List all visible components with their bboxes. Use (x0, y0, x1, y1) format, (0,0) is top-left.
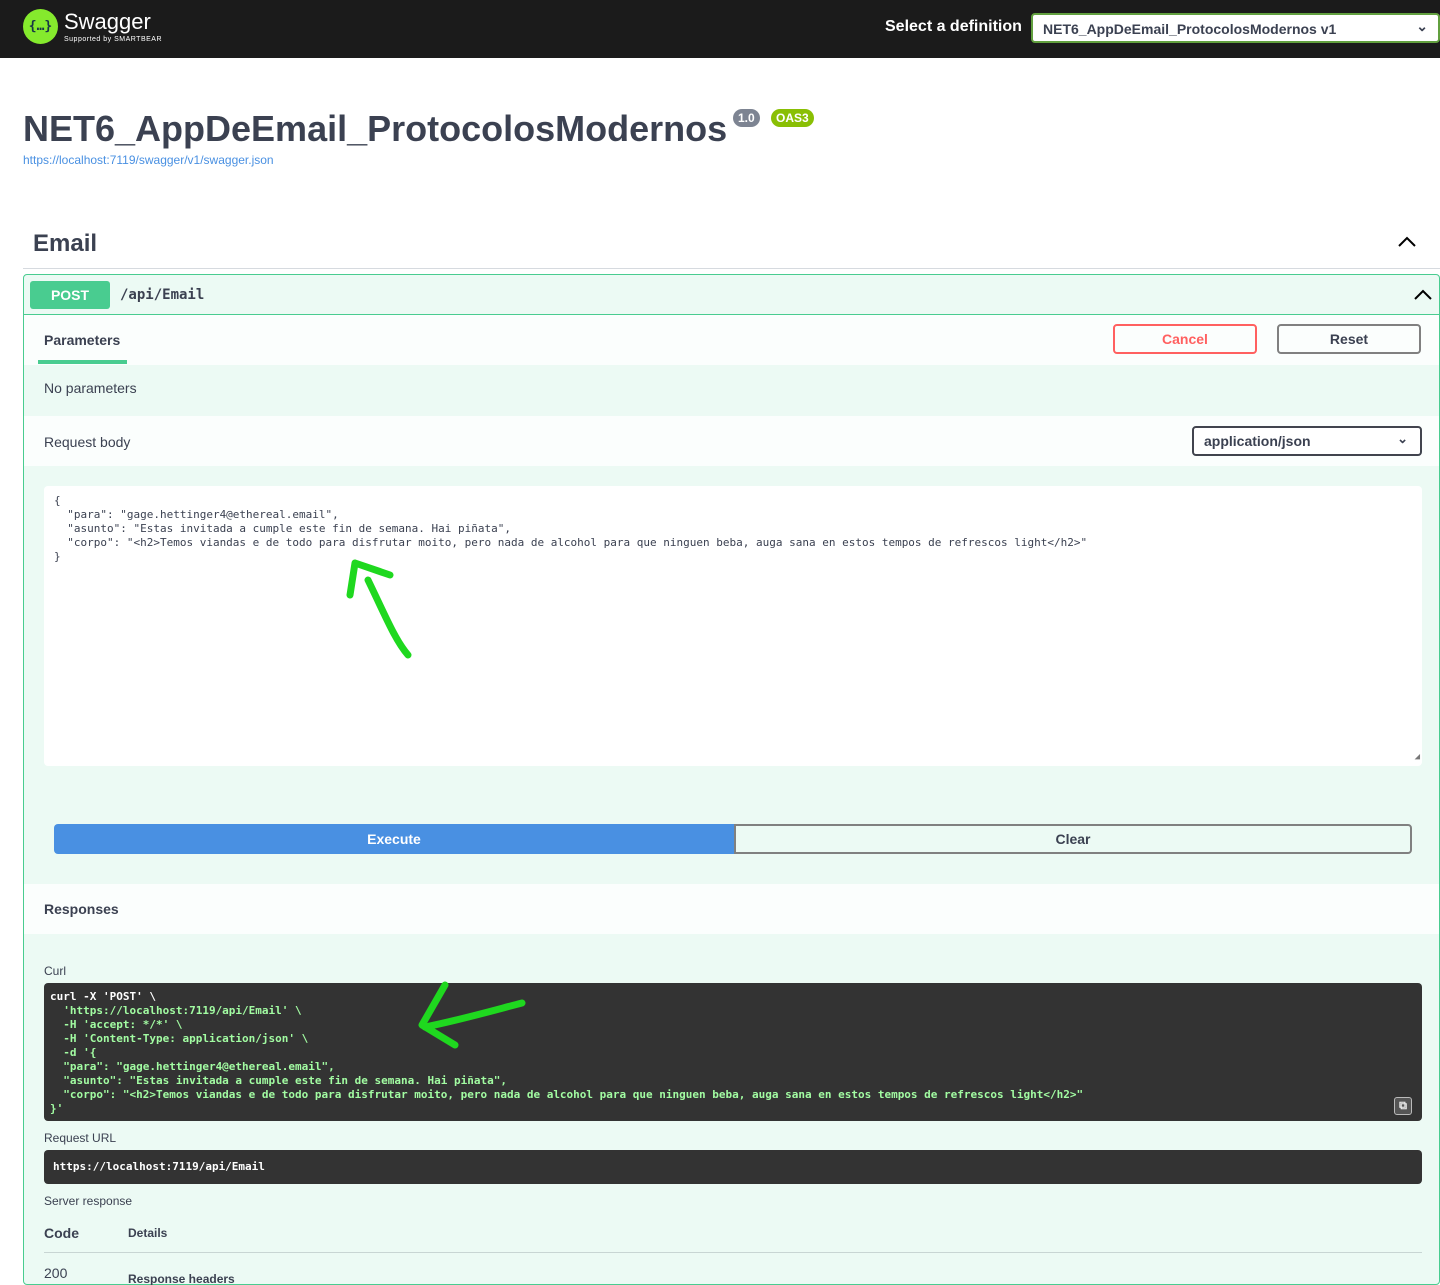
logo-title: Swagger (64, 9, 151, 34)
chevron-up-icon[interactable] (1397, 232, 1417, 253)
tab-underline (38, 360, 127, 364)
tag-email-title[interactable]: Email (33, 230, 97, 258)
tag-divider (23, 268, 1440, 269)
opblock-post-email: POST /api/Email Parameters Cancel Reset … (23, 274, 1440, 1285)
tab-parameters[interactable]: Parameters (44, 332, 120, 348)
reset-button[interactable]: Reset (1277, 324, 1421, 354)
curl-line: 'https://localhost:7119/api/Email' \ (50, 1004, 302, 1017)
request-body-label: Request body (44, 434, 131, 450)
request-body-textarea[interactable]: { "para": "gage.hettinger4@ethereal.emai… (44, 486, 1422, 766)
swagger-logo-icon: {…} (23, 9, 58, 44)
no-parameters-text: No parameters (44, 380, 137, 396)
swagger-logo[interactable]: {…} Swagger Supported by SMARTBEAR (23, 9, 162, 44)
curl-label: Curl (44, 964, 67, 978)
curl-line: -H 'Content-Type: application/json' \ (50, 1032, 309, 1045)
curl-line: "asunto": "Estas invitada a cumple este … (50, 1074, 507, 1087)
execute-button[interactable]: Execute (54, 824, 734, 854)
clear-button[interactable]: Clear (734, 824, 1412, 854)
curl-line: "corpo": "<h2>Temos viandas e de todo pa… (50, 1088, 1084, 1101)
method-badge: POST (30, 281, 110, 309)
details-column-header: Details (128, 1226, 168, 1240)
operation-path: /api/Email (120, 287, 205, 303)
version-badge: 1.0 (733, 109, 760, 127)
response-headers-label: Response headers (128, 1272, 235, 1285)
curl-line: "para": "gage.hettinger4@ethereal.email"… (50, 1060, 335, 1073)
request-url-box[interactable]: https://localhost:7119/api/Email (44, 1150, 1422, 1184)
content-type-value: application/json (1204, 433, 1311, 449)
parameters-header: Parameters Cancel Reset (24, 315, 1439, 365)
logo-subtitle: Supported by SMARTBEAR (64, 36, 163, 43)
server-response-label: Server response (44, 1194, 133, 1208)
responses-title: Responses (44, 901, 119, 917)
page-title: NET6_AppDeEmail_ProtocolosModernos (23, 108, 728, 149)
chevron-down-icon: ⌄ (1397, 431, 1408, 446)
topbar: {…} Swagger Supported by SMARTBEAR Selec… (0, 0, 1440, 58)
oas-badge: OAS3 (771, 109, 814, 127)
chevron-up-icon[interactable] (1413, 285, 1433, 306)
copy-icon[interactable]: ⧉ (1394, 1097, 1412, 1115)
curl-line: curl -X 'POST' \ (50, 990, 156, 1003)
request-url-label: Request URL (44, 1131, 117, 1145)
curl-line: -d '{ (50, 1046, 97, 1059)
request-body-text: { "para": "gage.hettinger4@ethereal.emai… (54, 494, 1088, 563)
curl-line: -H 'accept: */*' \ (50, 1018, 183, 1031)
cancel-button[interactable]: Cancel (1113, 324, 1257, 354)
code-column-header: Code (44, 1225, 79, 1241)
content-type-select[interactable]: application/json ⌄ (1192, 426, 1422, 456)
definition-label: Select a definition (885, 18, 1022, 35)
chevron-down-icon: ⌄ (1416, 18, 1428, 34)
definition-select-value: NET6_AppDeEmail_ProtocolosModernos v1 (1043, 21, 1337, 37)
opblock-summary[interactable]: POST /api/Email (24, 275, 1439, 315)
definition-select[interactable]: NET6_AppDeEmail_ProtocolosModernos v1 ⌄ (1031, 13, 1440, 43)
curl-line: }' (50, 1102, 64, 1115)
response-divider (44, 1252, 1422, 1253)
response-status-code: 200 (44, 1265, 68, 1281)
request-body-header: Request body application/json ⌄ (24, 416, 1439, 466)
spec-url-link[interactable]: https://localhost:7119/swagger/v1/swagge… (23, 153, 274, 167)
responses-header: Responses (24, 884, 1439, 934)
resize-grip-icon[interactable]: ◢ (1415, 750, 1420, 764)
curl-code-block[interactable]: curl -X 'POST' \ 'https://localhost:7119… (44, 983, 1422, 1121)
